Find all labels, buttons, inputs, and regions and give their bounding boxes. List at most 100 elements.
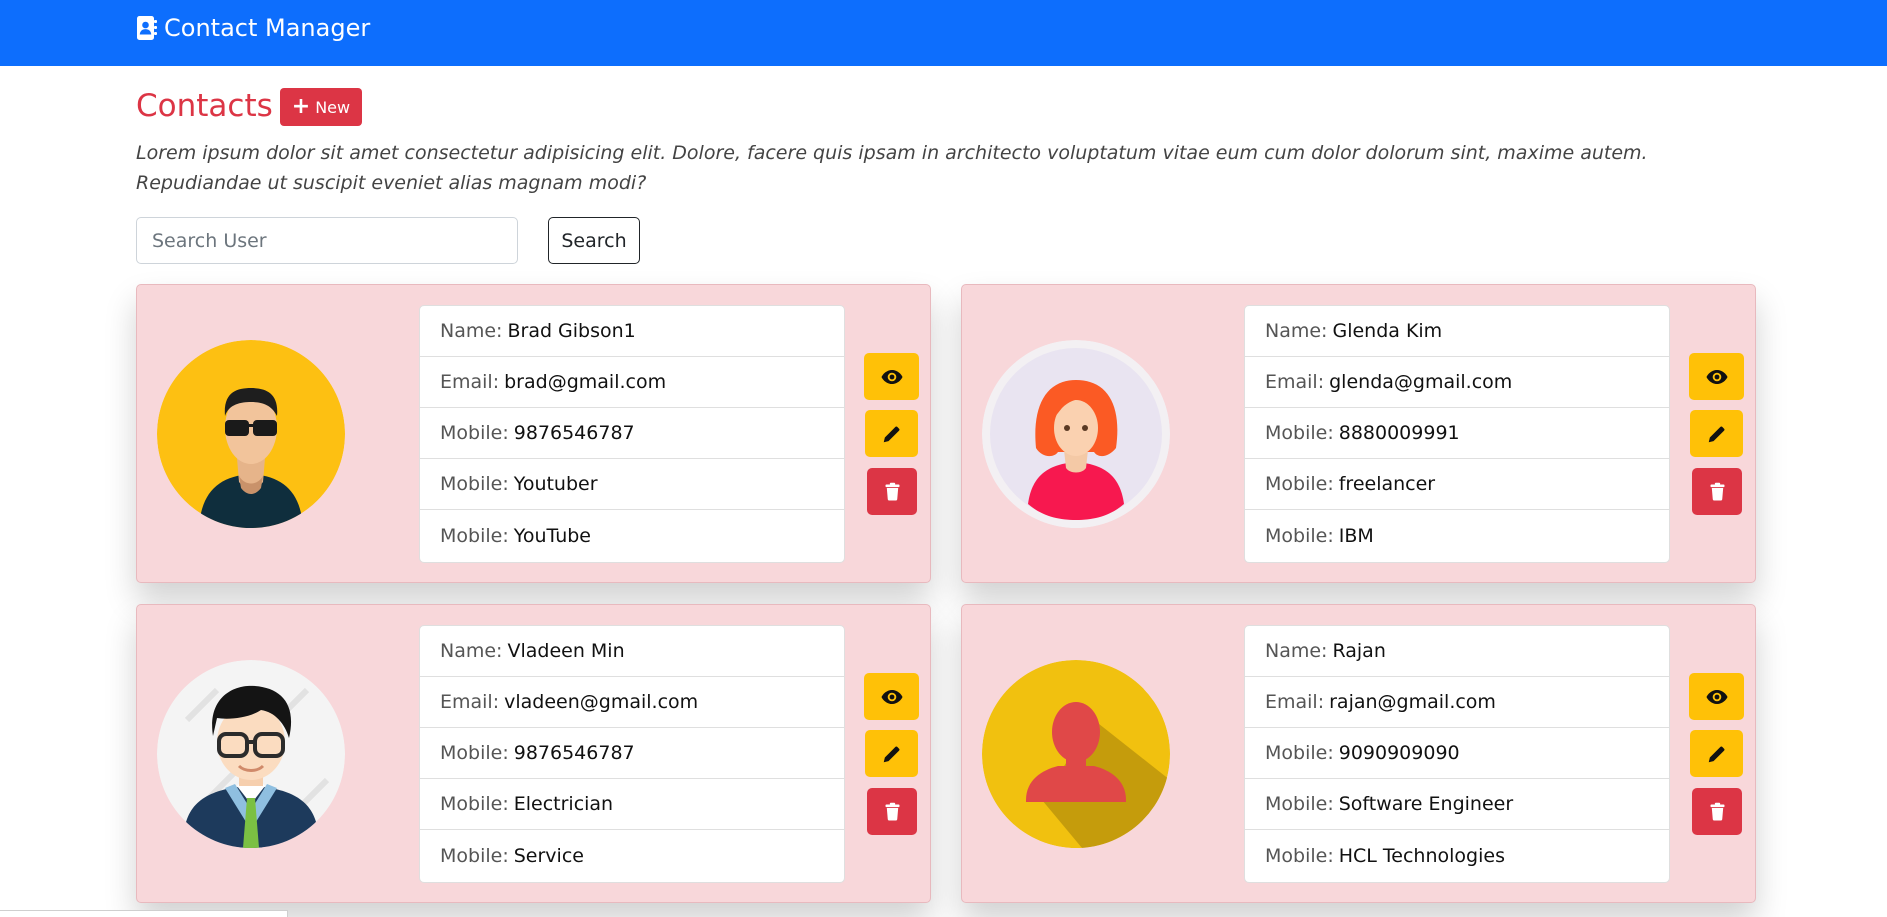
page-title: Contacts [136,88,273,124]
contact-avatar [982,660,1170,848]
field-value: Brad Gibson1 [507,320,636,342]
man-glasses-suit-avatar-icon [157,660,345,848]
edit-contact-button[interactable] [865,730,918,777]
field-value: Glenda Kim [1332,320,1443,342]
contact-details: Name: Rajan Email: rajan@gmail.com Mobile:… [1244,625,1670,883]
contact-field-title: Mobile: Software Engineer [1245,779,1669,830]
contact-card: Name: Glenda Kim Email: glenda@gmail.com M… [961,284,1756,583]
field-label: Mobile: [1265,473,1334,495]
contact-details: Name: Brad Gibson1 Email: brad@gmail.com M… [419,305,845,563]
contact-actions [864,353,919,523]
delete-contact-button[interactable] [1692,468,1742,515]
field-label: Email: [440,691,500,713]
field-label: Mobile: [1265,525,1334,547]
pencil-icon [881,743,903,765]
search-button[interactable]: Search [548,217,640,264]
contact-card: Name: Vladeen Min Email: vladeen@gmail.com… [136,604,931,903]
contact-field-email: Email: glenda@gmail.com [1245,357,1669,408]
eye-icon [1705,365,1729,389]
trash-icon [882,801,903,822]
field-label: Mobile: [440,845,509,867]
contact-details: Name: Glenda Kim Email: glenda@gmail.com M… [1244,305,1670,563]
field-value: Service [513,845,584,867]
search-input[interactable] [136,217,518,264]
field-value: IBM [1338,525,1374,547]
field-label: Email: [440,371,500,393]
contact-card: Name: Brad Gibson1 Email: brad@gmail.com M… [136,284,931,583]
field-value: 9876546787 [513,422,635,444]
field-label: Mobile: [1265,845,1334,867]
field-value: Rajan [1332,640,1386,662]
view-contact-button[interactable] [1689,673,1744,720]
contact-avatar [157,340,345,528]
contact-actions [864,673,919,843]
pencil-icon [1706,743,1728,765]
field-label: Email: [1265,371,1325,393]
delete-contact-button[interactable] [1692,788,1742,835]
contact-card: Name: Rajan Email: rajan@gmail.com Mobile:… [961,604,1756,903]
delete-contact-button[interactable] [867,468,917,515]
field-value: 9876546787 [513,742,635,764]
trash-icon [882,481,903,502]
field-value: vladeen@gmail.com [504,691,699,713]
view-contact-button[interactable] [1689,353,1744,400]
trash-icon [1707,481,1728,502]
new-contact-button[interactable]: + New [279,88,363,126]
contact-field-name: Name: Vladeen Min [420,626,844,677]
contact-field-email: Email: brad@gmail.com [420,357,844,408]
field-value: Youtuber [513,473,598,495]
field-label: Mobile: [440,793,509,815]
edit-contact-button[interactable] [1690,410,1743,457]
delete-contact-button[interactable] [867,788,917,835]
woman-red-hair-avatar-icon [982,340,1170,528]
eye-icon [1705,685,1729,709]
field-label: Email: [1265,691,1325,713]
new-button-label: New [315,97,351,117]
contact-field-name: Name: Rajan [1245,626,1669,677]
contact-field-title: Mobile: Electrician [420,779,844,830]
plus-icon: + [291,94,311,119]
contact-field-title: Mobile: Youtuber [420,459,844,510]
field-value: HCL Technologies [1338,845,1505,867]
contact-field-title: Mobile: freelancer [1245,459,1669,510]
field-value: brad@gmail.com [504,371,667,393]
contact-avatar [982,340,1170,528]
contact-field-mobile: Mobile: 9876546787 [420,408,844,459]
field-label: Name: [440,320,503,342]
field-value: freelancer [1338,473,1436,495]
field-value: Software Engineer [1338,793,1514,815]
field-value: Electrician [513,793,614,815]
field-value: 9090909090 [1338,742,1460,764]
contact-details: Name: Vladeen Min Email: vladeen@gmail.com… [419,625,845,883]
field-label: Name: [1265,640,1328,662]
field-label: Mobile: [1265,422,1334,444]
view-contact-button[interactable] [864,673,919,720]
field-label: Mobile: [440,473,509,495]
intro-text: Lorem ipsum dolor sit amet consectetur a… [136,142,1648,194]
field-value: 8880009991 [1338,422,1460,444]
field-value: YouTube [513,525,591,547]
contact-field-company: Mobile: IBM [1245,510,1669,562]
brand-link[interactable]: Contact Manager [136,14,370,42]
navbar: Contact Manager [0,0,1887,66]
field-label: Mobile: [440,525,509,547]
edit-contact-button[interactable] [1690,730,1743,777]
eye-icon [880,365,904,389]
app-title: Contact Manager [164,14,371,42]
field-value: glenda@gmail.com [1329,371,1513,393]
pencil-icon [881,423,903,445]
field-label: Name: [1265,320,1328,342]
contact-field-email: Email: rajan@gmail.com [1245,677,1669,728]
edit-contact-button[interactable] [865,410,918,457]
pencil-icon [1706,423,1728,445]
contact-field-mobile: Mobile: 9090909090 [1245,728,1669,779]
contact-field-mobile: Mobile: 9876546787 [420,728,844,779]
address-book-icon [136,15,158,41]
contact-actions [1689,673,1744,843]
field-value: rajan@gmail.com [1329,691,1496,713]
field-label: Mobile: [1265,742,1334,764]
field-label: Mobile: [440,742,509,764]
view-contact-button[interactable] [864,353,919,400]
contact-field-email: Email: vladeen@gmail.com [420,677,844,728]
contact-avatar [157,660,345,848]
